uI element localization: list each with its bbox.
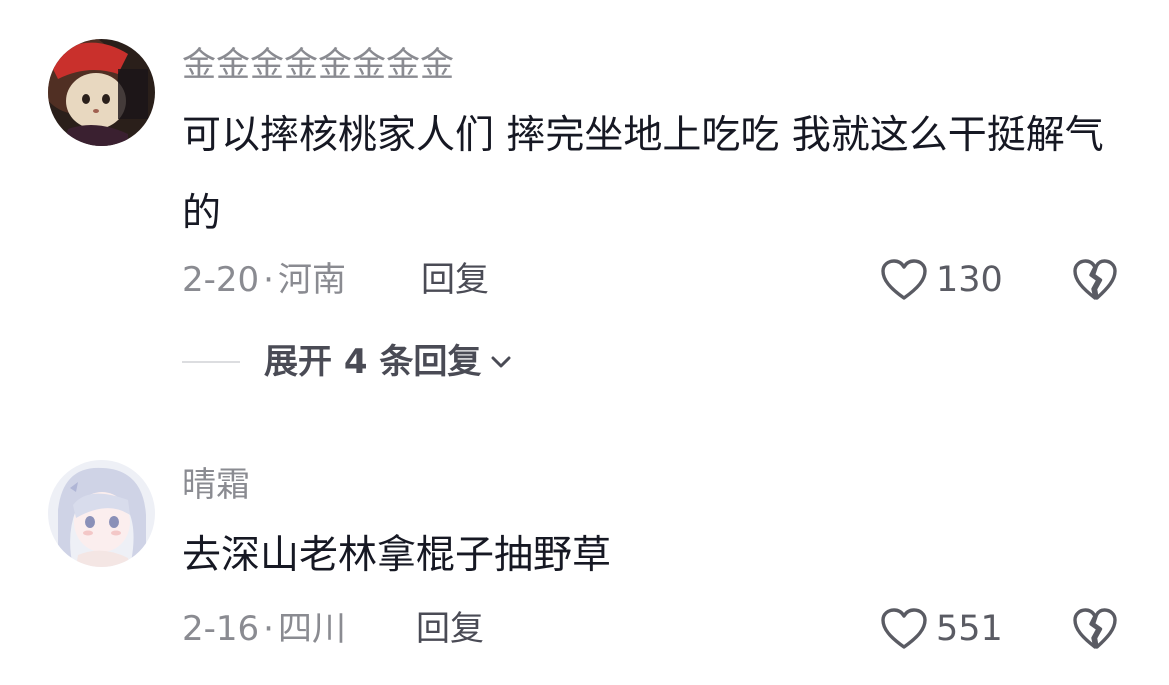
reply-button[interactable]: 回复: [416, 612, 484, 646]
comment-text: 去深山老林拿棍子抽野草: [182, 533, 612, 578]
dislike-button[interactable]: [1072, 606, 1118, 652]
comment-username[interactable]: 晴霜: [182, 468, 250, 502]
anime-girl-avatar-icon: [48, 460, 155, 567]
like-button[interactable]: 551: [880, 606, 1003, 652]
comment-item: 晴霜 去深山老林拿棍子抽野草 2-16 · 四川 回复 551: [0, 0, 1169, 685]
meta-separator: ·: [263, 609, 274, 649]
comment-location: 四川: [277, 609, 346, 649]
comment-date: 2-16: [182, 609, 260, 649]
heart-outline-icon: [881, 608, 927, 649]
avatar[interactable]: [48, 460, 155, 567]
broken-heart-icon: [1073, 608, 1117, 649]
comment-meta: 2-16 · 四川: [182, 612, 346, 646]
like-count: 551: [936, 608, 1003, 649]
